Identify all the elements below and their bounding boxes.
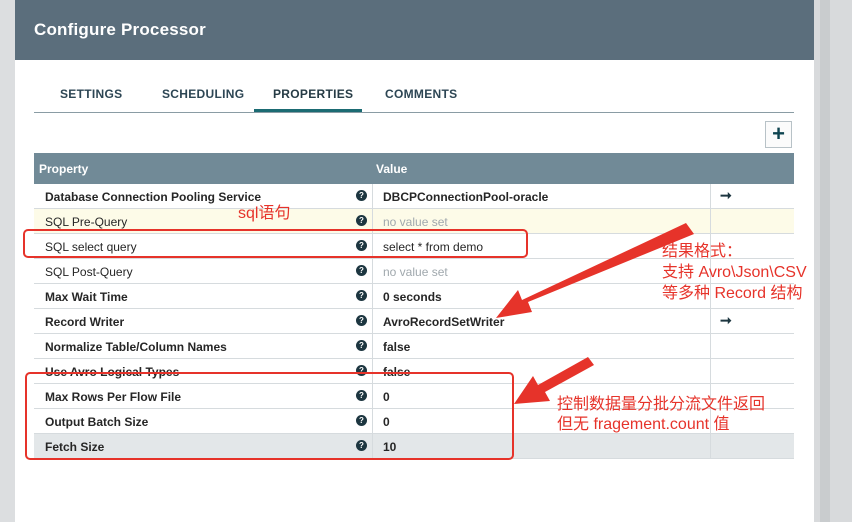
annotation-arrows [496,223,694,404]
control-arrow [514,357,594,404]
format-arrow [496,223,694,318]
